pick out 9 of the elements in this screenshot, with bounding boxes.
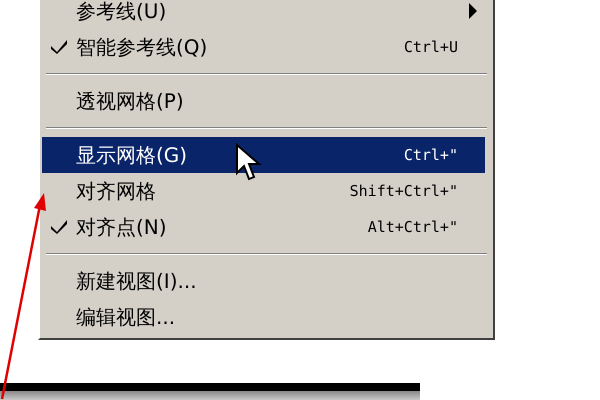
cursor-icon [235, 143, 261, 183]
menu-item[interactable]: 对齐点(N) Alt+Ctrl+" [42, 209, 491, 245]
menu-item[interactable]: 对齐网格 Shift+Ctrl+" [42, 173, 491, 209]
menu-item[interactable]: 显示网格(G) Ctrl+" [42, 137, 485, 173]
menu-item[interactable]: 透视网格(P) [42, 83, 491, 119]
menu-item[interactable]: 编辑视图... [42, 299, 491, 335]
menu-item[interactable]: 新建视图(I)... [42, 263, 491, 299]
menu-item[interactable]: 智能参考线(Q) Ctrl+U [42, 29, 491, 65]
menu-item[interactable]: 参考线(U) [42, 0, 491, 29]
